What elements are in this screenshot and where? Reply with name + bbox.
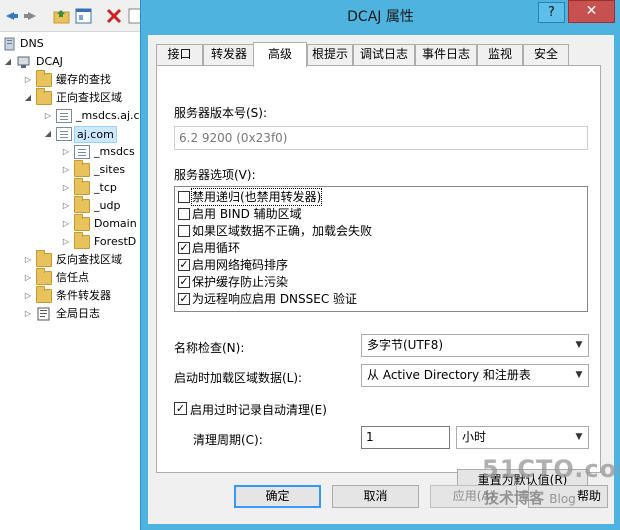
folder-icon — [36, 70, 52, 87]
option-checkbox[interactable] — [178, 208, 190, 220]
name-checking-value: 多字节(UTF8) — [367, 338, 444, 352]
collapsed-chevron-icon[interactable]: ▷ — [62, 233, 70, 251]
ok-button[interactable]: 确定 — [234, 485, 321, 508]
collapsed-chevron-icon[interactable]: ▷ — [62, 179, 70, 197]
zone-icon — [74, 145, 90, 159]
close-button[interactable]: ✕ — [568, 0, 615, 23]
folder-icon — [74, 232, 90, 249]
collapsed-chevron-icon[interactable]: ▷ — [62, 143, 70, 161]
collapsed-chevron-icon[interactable]: ▷ — [44, 107, 52, 125]
option-checkbox[interactable] — [178, 225, 190, 237]
mmc-toolbar — [0, 0, 142, 32]
delete-icon[interactable] — [104, 6, 124, 26]
up-folder-icon[interactable] — [52, 6, 72, 26]
folder-icon — [74, 196, 90, 213]
server-version-value: 6.2 9200 (0x23f0) — [174, 126, 588, 150]
cancel-button[interactable]: 取消 — [332, 485, 419, 508]
watermark-51cto: 51CTO.com 技术博客 Blog — [482, 455, 620, 517]
scavenging-unit-select[interactable]: 小时 ▼ — [456, 426, 589, 449]
collapsed-chevron-icon[interactable]: ▷ — [24, 71, 32, 89]
properties-dialog: DCAJ 属性 ? ✕ 接口 转发器 高级 根提示 调试日志 事件日志 监视 安… — [140, 0, 620, 530]
collapsed-chevron-icon[interactable]: ▷ — [24, 251, 32, 269]
watermark-site: 51CTO.com — [482, 455, 620, 483]
collapsed-chevron-icon[interactable]: ▷ — [62, 215, 70, 233]
option-checkbox[interactable]: ✓ — [178, 293, 190, 305]
chevron-down-icon: ▼ — [575, 432, 583, 442]
tab-monitoring[interactable]: 监视 — [477, 44, 523, 65]
help-title-button[interactable]: ? — [538, 2, 565, 23]
scavenging-checkbox[interactable]: ✓ — [174, 402, 187, 415]
folder-icon — [74, 160, 90, 177]
tab-event-logging[interactable]: 事件日志 — [415, 44, 477, 65]
collapsed-chevron-icon[interactable]: ▷ — [62, 161, 70, 179]
advanced-panel: 服务器版本号(S): 6.2 9200 (0x23f0) 服务器选项(V): 禁… — [156, 65, 601, 492]
option-checkbox[interactable]: ✓ — [178, 242, 190, 254]
server-options-list: 禁用递归(也禁用转发器) 启用 BIND 辅助区域 如果区域数据不正确，加载会失… — [174, 186, 588, 312]
show-console-icon[interactable] — [74, 6, 94, 26]
watermark-tagline: 技术博客 Blog — [484, 489, 576, 507]
console-tree: DNS ◢ DCAJ ▷ 缓存的查找 ◢ 正向查找区域 ▷ _msdcs.aj.… — [0, 33, 140, 530]
server-icon — [16, 55, 32, 69]
tab-security[interactable]: 安全 — [523, 44, 569, 65]
log-icon — [36, 307, 52, 321]
load-zone-data-value: 从 Active Directory 和注册表 — [367, 368, 531, 382]
server-options-label: 服务器选项(V): — [174, 168, 256, 182]
dns-server-icon — [2, 37, 18, 51]
tab-debug-logging[interactable]: 调试日志 — [353, 44, 415, 65]
scavenging-unit-value: 小时 — [462, 430, 487, 444]
folder-icon — [36, 250, 52, 267]
tab-forwarders[interactable]: 转发器 — [203, 44, 255, 65]
server-version-label: 服务器版本号(S): — [174, 106, 268, 120]
folder-icon — [74, 178, 90, 195]
scavenging-period-input[interactable]: 1 — [361, 426, 450, 449]
name-checking-label: 名称检查(N): — [174, 341, 245, 355]
scavenging-label: 启用过时记录自动清理(E) — [190, 403, 327, 417]
folder-icon — [36, 88, 52, 105]
zone-icon — [56, 127, 72, 141]
tab-interfaces[interactable]: 接口 — [156, 44, 203, 65]
folder-icon — [36, 286, 52, 303]
back-arrow-icon[interactable] — [0, 6, 20, 26]
option-checkbox[interactable]: ✓ — [178, 259, 190, 271]
expanded-chevron-icon[interactable]: ◢ — [4, 53, 12, 71]
dialog-client: 接口 转发器 高级 根提示 调试日志 事件日志 监视 安全 服务器版本号(S):… — [148, 35, 614, 524]
option-checkbox[interactable] — [178, 191, 190, 203]
folder-icon — [74, 214, 90, 231]
expanded-chevron-icon[interactable]: ◢ — [44, 125, 52, 143]
zone-icon — [56, 109, 72, 123]
chevron-down-icon: ▼ — [575, 340, 583, 350]
collapsed-chevron-icon[interactable]: ▷ — [24, 269, 32, 287]
collapsed-chevron-icon[interactable]: ▷ — [62, 197, 70, 215]
tab-advanced[interactable]: 高级 — [253, 42, 307, 67]
collapsed-chevron-icon[interactable]: ▷ — [24, 305, 32, 323]
forward-arrow-icon[interactable] — [22, 6, 42, 26]
expanded-chevron-icon[interactable]: ◢ — [24, 89, 32, 107]
folder-icon — [36, 268, 52, 285]
option-checkbox[interactable]: ✓ — [178, 276, 190, 288]
load-zone-data-label: 启动时加载区域数据(L): — [174, 371, 303, 385]
load-zone-data-select[interactable]: 从 Active Directory 和注册表 ▼ — [361, 364, 589, 387]
tab-root-hints[interactable]: 根提示 — [307, 44, 353, 65]
chevron-down-icon: ▼ — [575, 370, 583, 380]
name-checking-select[interactable]: 多字节(UTF8) ▼ — [361, 334, 589, 357]
scavenging-period-label: 清理周期(C): — [193, 433, 263, 447]
collapsed-chevron-icon[interactable]: ▷ — [24, 287, 32, 305]
